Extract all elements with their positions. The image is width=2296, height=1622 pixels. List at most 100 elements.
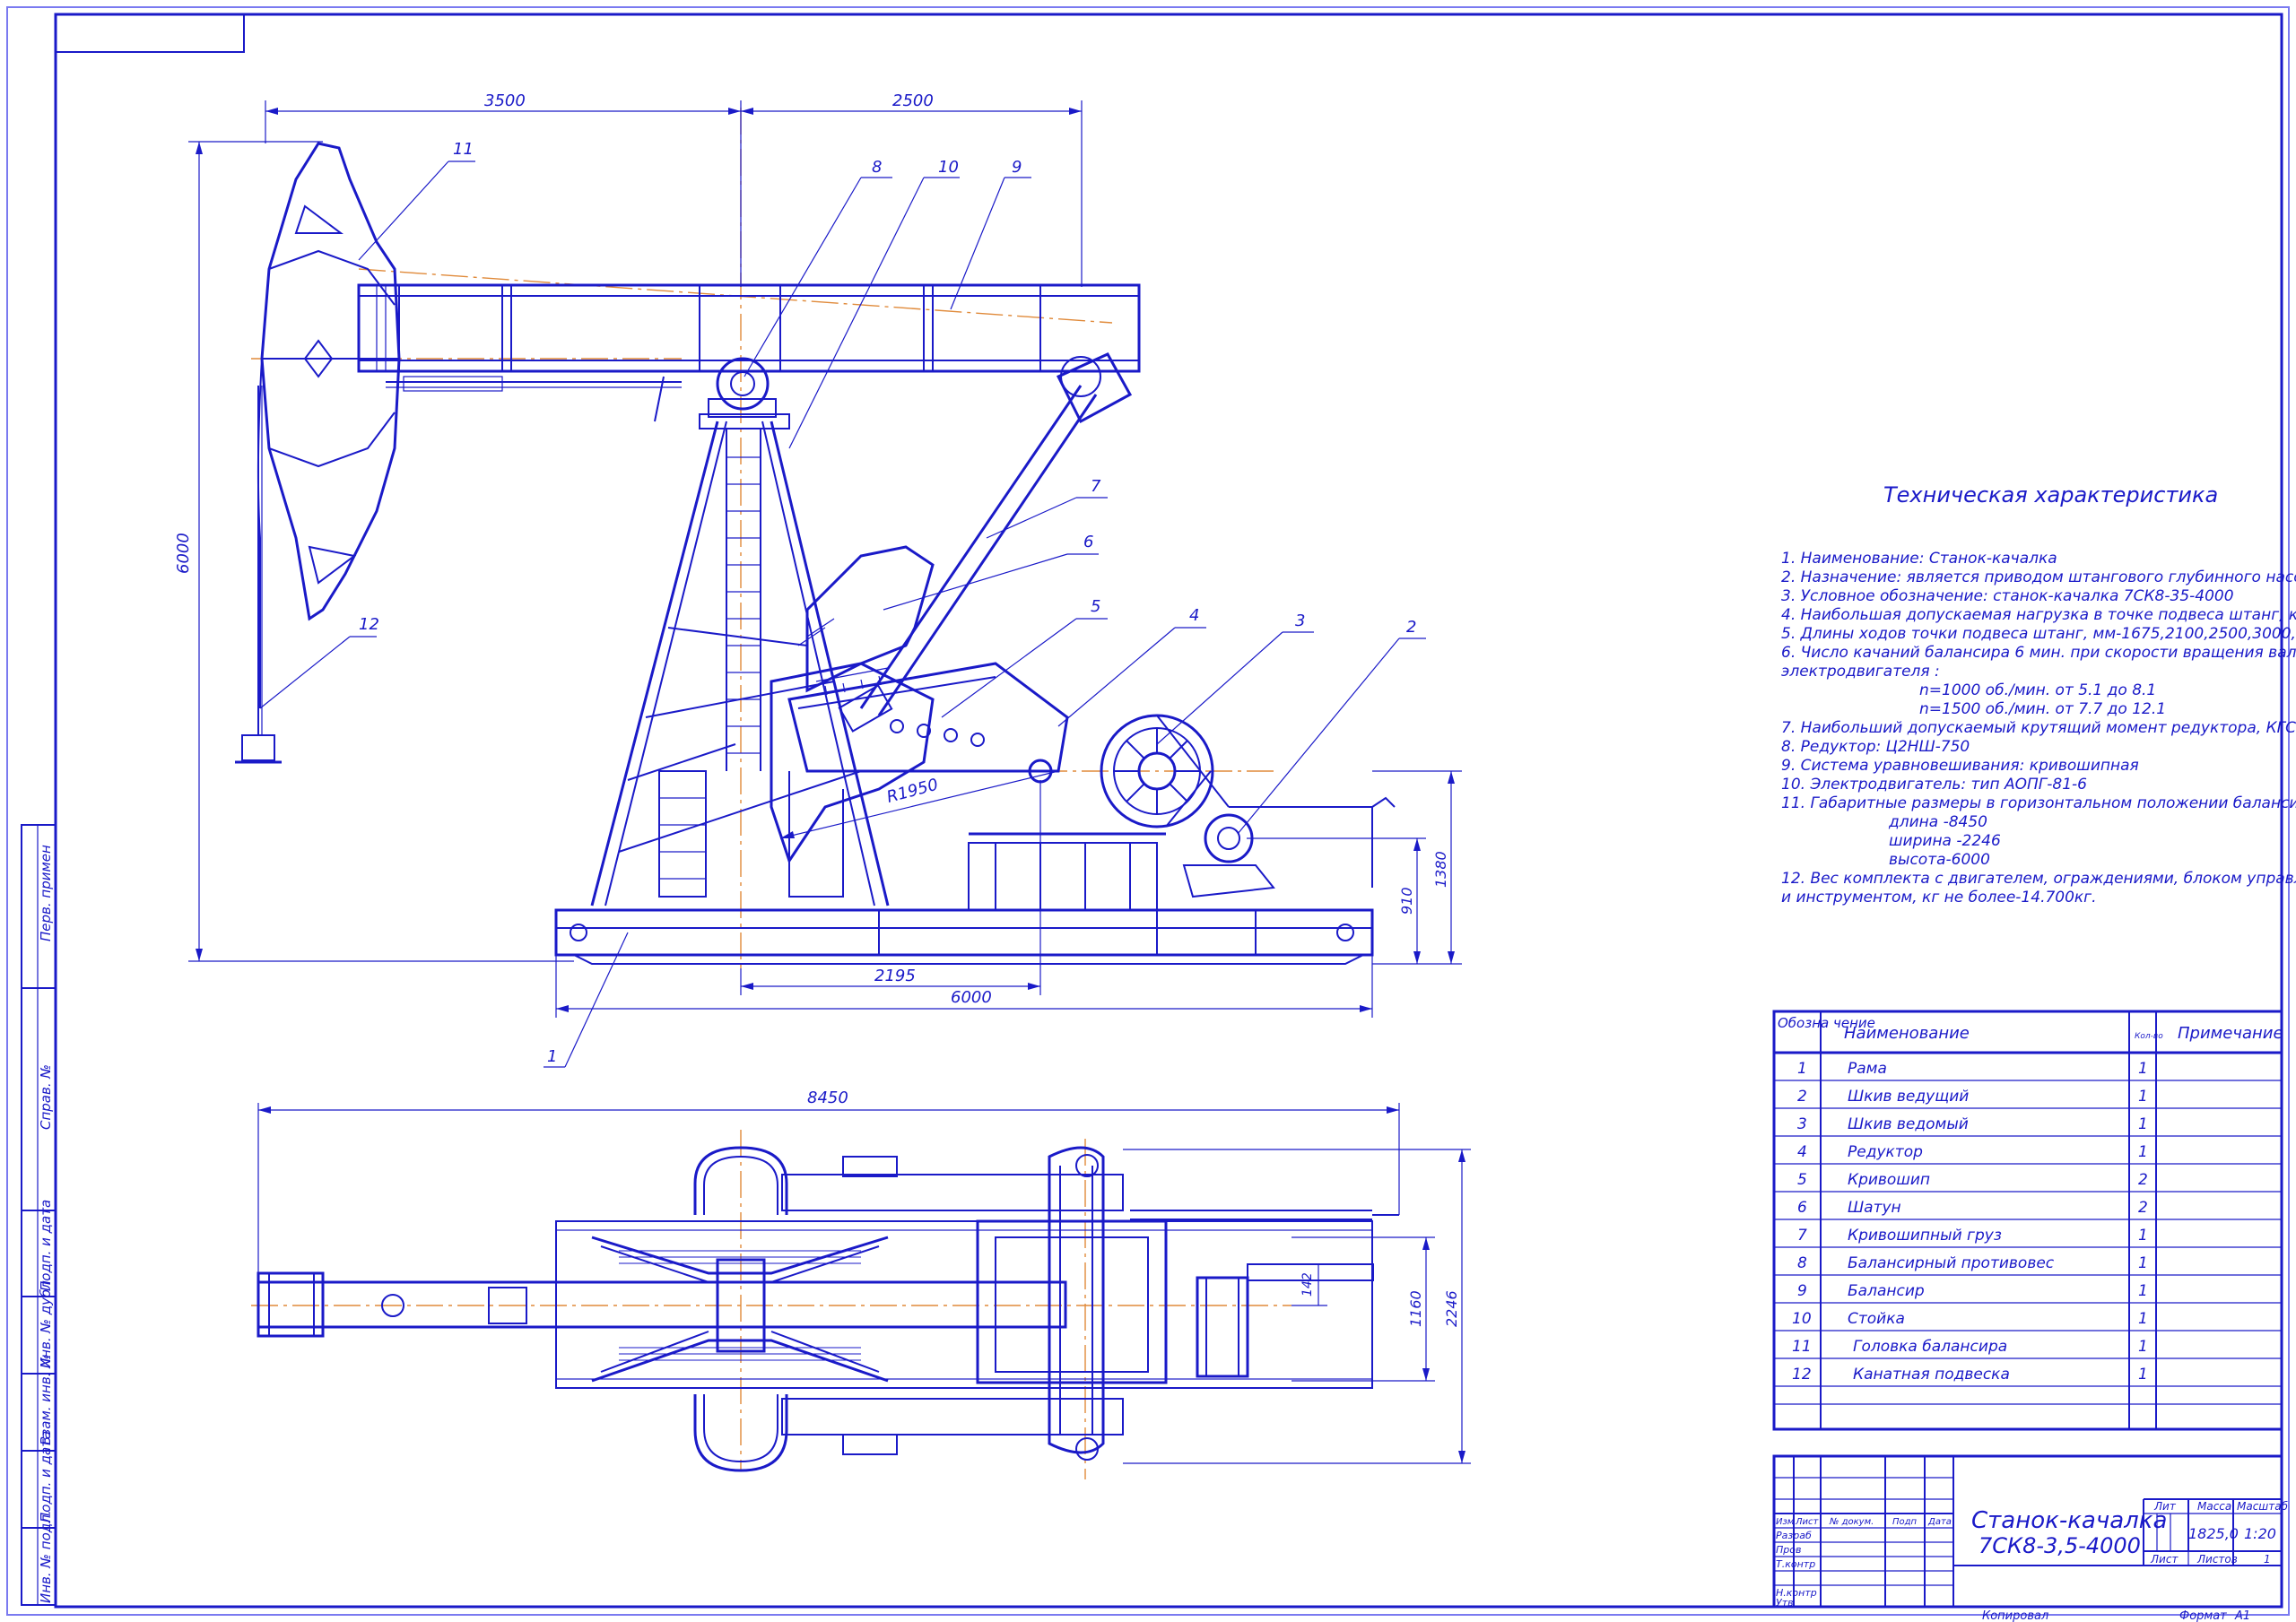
callout-6: 6	[1083, 533, 1093, 551]
tech-line-7: электродвигателя :	[1781, 663, 1940, 681]
stamp-list: Лист	[1795, 1517, 1820, 1527]
spec-row-12-name: Канатная подвеска	[1853, 1366, 2010, 1383]
spec-row-2-name: Шкив ведущий	[1848, 1088, 1969, 1106]
spec-row-10-name: Стойка	[1848, 1310, 1905, 1328]
title-block: Станок-качалка 7СК8-3,5-4000 Изм Лист № …	[1772, 1454, 2289, 1622]
tech-line-10: 7. Наибольший допускаемый крутящий момен…	[1781, 719, 2296, 737]
stamp-kopiroval: Копировал	[1982, 1609, 2048, 1622]
dim-2500: 2500	[892, 91, 934, 110]
spec-row-9-code: 9	[1797, 1282, 1807, 1300]
callout-3: 3	[1295, 612, 1305, 630]
spec-row-1-qty: 1	[2138, 1060, 2148, 1078]
tech-line-5: 5. Длины ходов точки подвеса штанг, мм-1…	[1781, 625, 2296, 643]
stamp-prov: Пров	[1776, 1544, 1801, 1556]
tech-line-16: ширина -2246	[1889, 832, 2001, 850]
spec-row-1-code: 1	[1797, 1060, 1807, 1078]
spec-row-6-qty: 2	[2138, 1199, 2148, 1217]
tech-line-12: 9. Система уравновешивания: кривошипная	[1781, 757, 2139, 775]
spec-row-12-qty: 1	[2138, 1366, 2148, 1383]
stamp-utv: Утв	[1776, 1597, 1794, 1609]
spec-header-qty: Кол-во	[2135, 1032, 2163, 1041]
spec-header-note: Примечание	[2178, 1024, 2283, 1043]
dim-910: 910	[1398, 887, 1415, 915]
spec-row-8-qty: 1	[2138, 1254, 2148, 1272]
spec-row-5-qty: 2	[2138, 1171, 2148, 1189]
stamp-title-2: 7СК8-3,5-4000	[1979, 1533, 2141, 1558]
horse-head	[260, 142, 401, 621]
spec-row-6-code: 6	[1797, 1199, 1807, 1217]
front-view	[235, 108, 1396, 968]
spec-row-11-name: Головка балансира	[1853, 1338, 2007, 1356]
spec-row-11-code: 11	[1792, 1338, 1812, 1356]
stamp-format-value: А1	[2234, 1609, 2250, 1622]
spec-row-4-qty: 1	[2138, 1143, 2148, 1161]
drive-sheave	[1204, 813, 1254, 863]
side-stamp: Перв. примен Справ. № Подп. и дата Инв. …	[21, 824, 57, 1606]
stamp-masshtab: Масштаб	[2237, 1500, 2289, 1513]
tech-line-19: и инструментом, кг не более-14.700кг.	[1781, 889, 2097, 906]
spec-row-3-name: Шкив ведомый	[1848, 1115, 1969, 1133]
stamp-scale-value: 1:20	[2244, 1525, 2276, 1542]
drawing-sheet: Перв. примен Справ. № Подп. и дата Инв. …	[6, 6, 2296, 1622]
dim-8450: 8450	[807, 1089, 848, 1107]
tech-line-18: 12. Вес комплекта с двигателем, огражден…	[1781, 870, 2296, 888]
tech-characteristics: Техническая характеристика 1. Наименован…	[1781, 482, 2296, 906]
spec-row-6-name: Шатун	[1848, 1199, 1901, 1217]
spec-row-7-qty: 1	[2138, 1227, 2148, 1245]
dim-1160: 1160	[1407, 1290, 1424, 1327]
spec-row-5-name: Кривошип	[1848, 1171, 1930, 1189]
callout-11: 11	[453, 140, 474, 159]
stamp-lit: Лит	[2153, 1500, 2177, 1513]
spec-row-9-name: Балансир	[1848, 1282, 1925, 1300]
spec-row-10-code: 10	[1792, 1310, 1812, 1328]
spec-row-3-qty: 1	[2138, 1115, 2148, 1133]
stamp-data: Дата	[1927, 1517, 1952, 1527]
tech-title: Техническая характеристика	[1883, 482, 2218, 507]
dim-1380: 1380	[1432, 851, 1449, 888]
tech-line-3: 3. Условное обозначение: станок-качалка …	[1781, 587, 2234, 605]
stamp-listov: Листов	[2196, 1553, 2238, 1566]
callout-4: 4	[1189, 606, 1199, 625]
tech-line-1: 1. Наименование: Станок-качалка	[1781, 550, 2057, 568]
spec-row-12-code: 12	[1792, 1366, 1812, 1383]
callout-12: 12	[359, 615, 379, 634]
front-dimensions: 3500 2500 6000 2195 6000 910 1380 R1950	[174, 91, 1462, 1018]
top-view	[251, 1130, 1399, 1479]
spec-row-2-qty: 1	[2138, 1088, 2148, 1106]
spec-row-11-qty: 1	[2138, 1338, 2148, 1356]
callout-10: 10	[938, 158, 959, 177]
stamp-list2: Лист	[2150, 1553, 2179, 1566]
stamp-tkontr: Т.контр	[1776, 1558, 1815, 1570]
tech-line-13: 10. Электродвигатель: тип АОПГ-81-6	[1781, 776, 2087, 794]
stamp-podp: Подп	[1892, 1517, 1918, 1527]
callout-2: 2	[1406, 618, 1416, 637]
dim-2246: 2246	[1443, 1290, 1460, 1327]
saddle-bearing	[716, 357, 770, 411]
tech-line-9: n=1500 об./мин. от 7.7 до 12.1	[1919, 700, 2166, 718]
spec-row-8-code: 8	[1797, 1254, 1807, 1272]
tech-line-2: 2. Назначение: является приводом штангов…	[1781, 568, 2296, 586]
dim-6000-vertical: 6000	[174, 533, 193, 574]
dim-6000-horizontal: 6000	[951, 988, 992, 1007]
spec-row-5-code: 5	[1797, 1171, 1807, 1189]
tech-line-6: 6. Число качаний балансира 6 мин. при ск…	[1781, 644, 2296, 662]
stamp-title-1: Станок-качалка	[1971, 1507, 2167, 1534]
tech-line-11: 8. Редуктор: Ц2НШ-750	[1781, 738, 1970, 756]
corner-box	[55, 13, 245, 53]
callout-9: 9	[1012, 158, 1022, 177]
ladder-rungs	[726, 456, 761, 754]
tech-line-17: высота-6000	[1889, 851, 1990, 869]
tech-line-14: 11. Габаритные размеры в горизонтальном …	[1781, 794, 2296, 812]
callout-8: 8	[872, 158, 882, 177]
dim-142: 142	[1300, 1272, 1315, 1297]
stamp-listov-value: 1	[2264, 1553, 2271, 1566]
spec-row-3-code: 3	[1797, 1115, 1807, 1133]
side-label-2: Справ. №	[38, 1064, 54, 1130]
spec-row-8-name: Балансирный противовес	[1848, 1254, 2055, 1272]
spec-row-1-name: Рама	[1848, 1060, 1887, 1078]
spec-row-2-code: 2	[1797, 1088, 1807, 1106]
spec-row-4-name: Редуктор	[1848, 1143, 1923, 1161]
spec-row-4-code: 4	[1797, 1143, 1807, 1161]
stamp-massa: Масса	[2197, 1500, 2231, 1513]
dim-3500: 3500	[484, 91, 526, 110]
